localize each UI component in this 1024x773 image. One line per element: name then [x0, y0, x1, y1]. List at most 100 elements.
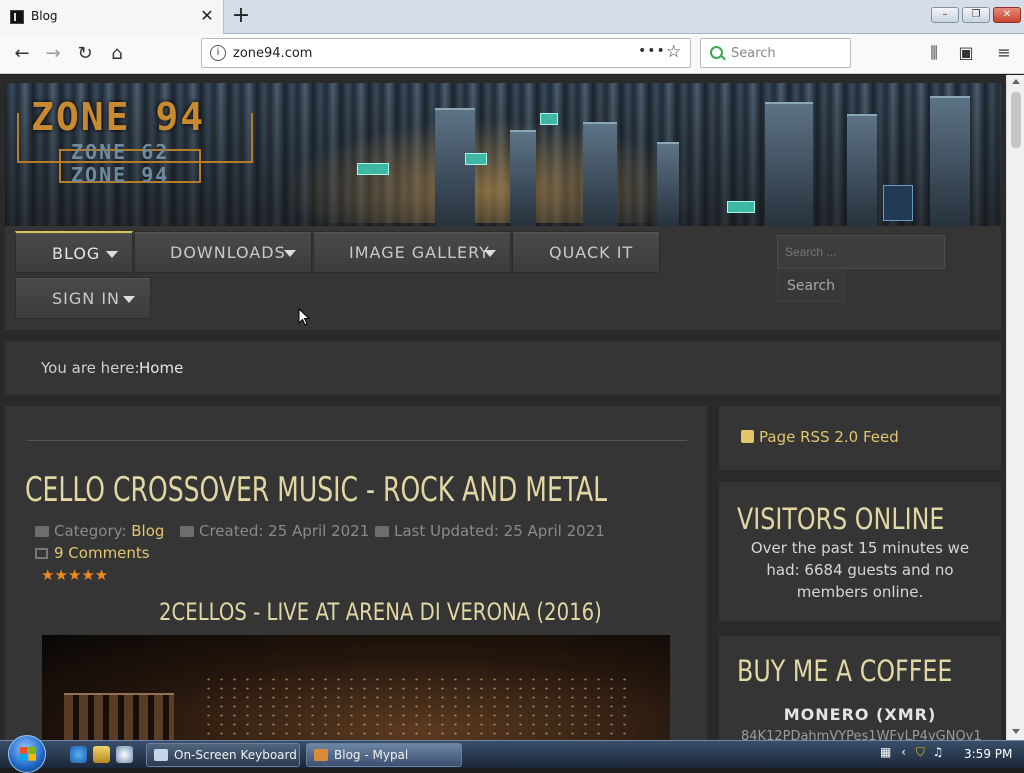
minimize-window-button[interactable]: –: [931, 7, 959, 23]
page-scrollbar[interactable]: [1006, 75, 1024, 740]
menu-item-label: QUACK IT: [549, 243, 634, 262]
rss-feed-link[interactable]: Page RSS 2.0 Feed: [741, 428, 899, 446]
site-info-icon[interactable]: i: [210, 45, 226, 61]
comment-icon: [35, 548, 48, 559]
logo-subtitle: ZONE 94: [71, 163, 170, 187]
updated-date: Last Updated: 25 April 2021: [394, 522, 605, 540]
site-logo[interactable]: ZONE 94: [31, 95, 205, 139]
folder-icon: [35, 526, 49, 537]
chevron-down-icon: [106, 251, 118, 258]
taskbar-button-label: On-Screen Keyboard: [174, 748, 297, 762]
tab-blog[interactable]: Blog ✕: [0, 0, 224, 34]
taskbar-clock[interactable]: 3:59 PM: [964, 747, 1012, 761]
url-text[interactable]: zone94.com: [233, 46, 312, 61]
taskbar-button-label: Blog - Mypal: [334, 748, 409, 762]
comments-link[interactable]: 9 Comments: [35, 544, 150, 562]
banner-building: [657, 142, 679, 226]
menu-item-label: SIGN IN: [52, 289, 121, 308]
internet-explorer-icon[interactable]: [70, 746, 87, 763]
taskbar-blog-mypal[interactable]: Blog - Mypal: [306, 743, 462, 767]
address-bar[interactable]: i zone94.com ••• ☆: [201, 38, 691, 68]
menu-hamburger-icon[interactable]: ≡: [993, 42, 1015, 64]
breadcrumb-home-link[interactable]: Home: [139, 359, 183, 377]
home-icon[interactable]: ⌂: [103, 40, 131, 68]
site-search-input[interactable]: [777, 235, 945, 269]
article-created: Created: 25 April 2021: [180, 522, 369, 540]
search-engine-icon: [710, 46, 723, 59]
tab-strip: Blog ✕ + – ❐ ✕: [0, 0, 1024, 34]
chevron-down-icon: [123, 296, 135, 303]
calendar-icon: [180, 526, 194, 537]
chevron-down-icon: [284, 250, 296, 257]
menu-item-image-gallery[interactable]: IMAGE GALLERY: [313, 231, 511, 273]
site-favicon-icon: [10, 10, 24, 24]
breadcrumb: You are here: Home: [5, 341, 1001, 395]
banner-sign: [465, 153, 487, 165]
video-title: 2CELLOS - LIVE AT ARENA DI VERONA (2016): [159, 598, 602, 626]
shield-icon[interactable]: ⛉: [916, 745, 925, 759]
menu-item-blog[interactable]: BLOG: [15, 231, 133, 273]
close-tab-icon[interactable]: ✕: [198, 5, 216, 27]
browser-search-input[interactable]: Search: [700, 38, 851, 68]
video-crowd-lights: [202, 675, 632, 735]
page-viewport: ZONE 94 ZONE 62 ZONE 94 BLOG DOWNLOADS I…: [0, 75, 1006, 740]
back-arrow-icon[interactable]: ←: [8, 40, 36, 68]
start-button[interactable]: [8, 735, 46, 773]
video-player[interactable]: [42, 635, 670, 740]
category-link[interactable]: Blog: [131, 522, 164, 540]
banner-sign: [727, 201, 755, 213]
scroll-down-icon[interactable]: [1012, 729, 1020, 734]
media-player-icon[interactable]: [116, 746, 133, 763]
rating-stars[interactable]: ★★★★★: [41, 566, 108, 584]
created-date: Created: 25 April 2021: [199, 522, 370, 540]
keyboard-tray-icon[interactable]: ▦: [880, 745, 891, 759]
calendar-icon: [375, 526, 389, 537]
scroll-thumb[interactable]: [1011, 92, 1021, 148]
bookmark-star-icon[interactable]: ☆: [666, 42, 681, 62]
article-panel: CELLO CROSSOVER MUSIC - ROCK AND METAL C…: [5, 406, 707, 740]
banner-sign: [357, 163, 389, 175]
windows-logo-icon: [20, 747, 36, 761]
menu-item-quack-it[interactable]: QUACK IT: [512, 231, 660, 273]
visitors-module: VISITORS ONLINE Over the past 15 minutes…: [719, 482, 1001, 621]
scroll-up-icon[interactable]: [1012, 79, 1020, 84]
reload-icon[interactable]: ↻: [71, 40, 99, 68]
mypal-browser-icon: [314, 749, 328, 761]
speaker-icon[interactable]: ♫: [933, 745, 944, 759]
taskbar-on-screen-keyboard[interactable]: On-Screen Keyboard: [146, 743, 300, 767]
rss-icon: [741, 430, 754, 443]
comments-count: 9 Comments: [54, 544, 150, 562]
forward-arrow-icon[interactable]: →: [39, 40, 67, 68]
banner-building: [583, 122, 617, 226]
banner-building: [510, 130, 536, 226]
search-placeholder: Search: [731, 46, 776, 61]
restore-window-button[interactable]: ❐: [962, 7, 990, 23]
tab-title: Blog: [31, 9, 58, 23]
site-header-banner: ZONE 94 ZONE 62 ZONE 94: [5, 83, 1001, 226]
monero-wallet[interactable]: 84K12PDahmVYPes1WFvLP4vGNQy1: [741, 729, 982, 740]
close-window-button[interactable]: ✕: [993, 7, 1021, 23]
site-search-button[interactable]: Search: [777, 270, 845, 302]
menu-item-label: IMAGE GALLERY: [349, 243, 490, 262]
sidebar-toggle-icon[interactable]: ▣: [955, 42, 977, 64]
library-icon[interactable]: ⫼: [923, 42, 945, 64]
chevron-down-icon: [484, 250, 496, 257]
nav-toolbar: ← → ↻ ⌂ i zone94.com ••• ☆ Search ⫼ ▣ ≡: [0, 34, 1024, 74]
visitors-text: Over the past 15 minutes we had: 6684 gu…: [750, 539, 970, 601]
page-actions-icon[interactable]: •••: [638, 43, 666, 59]
banner-sign: [540, 113, 558, 125]
file-explorer-icon[interactable]: [93, 746, 110, 763]
menu-item-label: BLOG: [52, 244, 101, 263]
rss-module: Page RSS 2.0 Feed: [719, 406, 1001, 470]
banner-screen: [883, 185, 913, 221]
article-title[interactable]: CELLO CROSSOVER MUSIC - ROCK AND METAL: [25, 470, 607, 510]
keyboard-icon: [154, 749, 168, 761]
banner-building: [435, 108, 475, 226]
divider: [27, 440, 687, 441]
system-tray: ▦ ‹ ⛉ ♫: [880, 745, 943, 760]
menu-item-label: DOWNLOADS: [170, 243, 286, 262]
new-tab-icon[interactable]: +: [230, 3, 252, 29]
menu-item-sign-in[interactable]: SIGN IN: [15, 277, 151, 319]
chevron-left-icon[interactable]: ‹: [901, 745, 906, 759]
menu-item-downloads[interactable]: DOWNLOADS: [134, 231, 312, 273]
